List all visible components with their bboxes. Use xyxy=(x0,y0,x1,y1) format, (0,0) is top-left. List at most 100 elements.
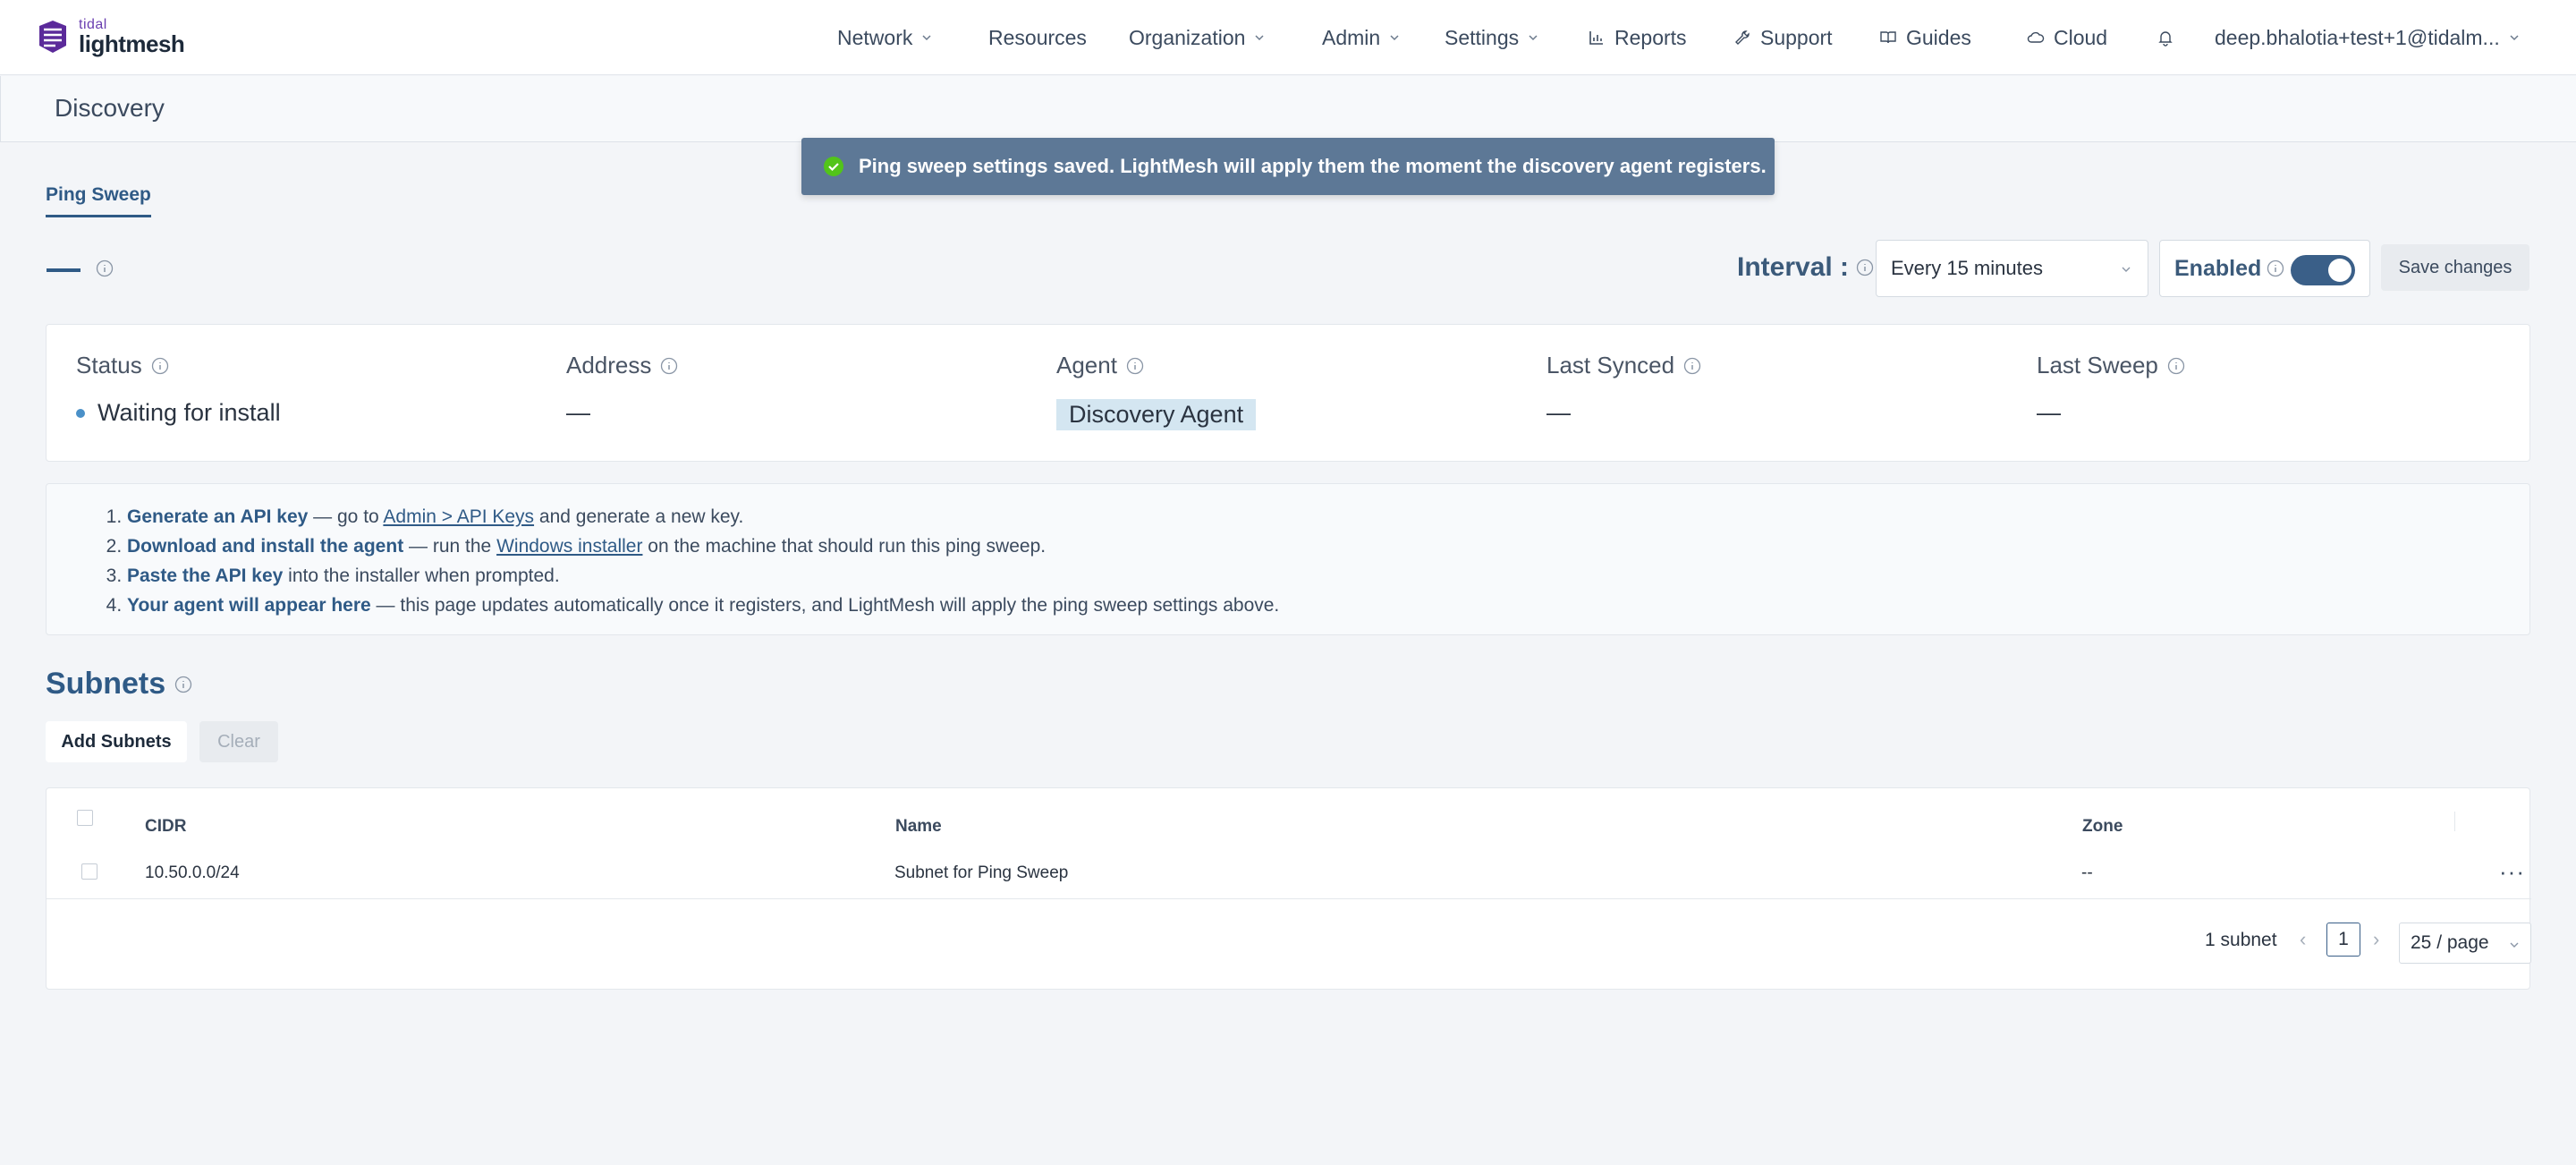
step-item: Your agent will appear here — this page … xyxy=(127,591,2529,620)
row-actions-icon[interactable]: ··· xyxy=(2499,858,2525,886)
lightmesh-logo[interactable]: tidal lightmesh xyxy=(36,14,185,59)
logo-mark-icon xyxy=(39,21,66,53)
bar-chart-icon xyxy=(1589,31,1603,45)
nav-reports-label: Reports xyxy=(1614,25,1687,49)
tab-ping-sweep[interactable]: Ping Sweep xyxy=(46,184,151,217)
info-icon[interactable] xyxy=(1126,357,1144,375)
interval-select-value: Every 15 minutes xyxy=(1891,257,2043,279)
row-checkbox[interactable] xyxy=(81,863,97,880)
chevron-down-icon xyxy=(1390,35,1399,41)
user-menu[interactable]: deep.bhalotia+test+1@tidalm... xyxy=(2215,23,2520,52)
nav-support[interactable]: Support xyxy=(1733,23,1833,52)
page-size-select[interactable]: 25 / page xyxy=(2399,923,2531,964)
chevron-down-icon xyxy=(2510,942,2519,948)
status-label: Status xyxy=(76,352,142,378)
page-size-value: 25 / page xyxy=(2411,932,2489,953)
address-label: Address xyxy=(566,352,652,378)
logo-big-text: lightmesh xyxy=(79,30,185,57)
info-icon[interactable] xyxy=(151,357,169,375)
cell-name: Subnet for Ping Sweep xyxy=(894,863,1069,882)
page-header: Discovery xyxy=(0,76,2576,142)
agent-badge: Discovery Agent xyxy=(1056,399,1257,430)
status-column: Status Waiting for install xyxy=(76,352,281,427)
admin-api-keys-link[interactable]: Admin > API Keys xyxy=(383,506,534,527)
nav-reports[interactable]: Reports xyxy=(1588,23,1687,52)
book-icon xyxy=(1880,31,1896,44)
info-icon[interactable] xyxy=(660,357,678,375)
address-value: — xyxy=(566,399,590,426)
nav-organization-label: Organization xyxy=(1129,25,1246,49)
add-subnets-button[interactable]: Add Subnets xyxy=(46,721,187,762)
nav-settings[interactable]: Settings xyxy=(1445,23,1538,52)
info-icon[interactable] xyxy=(174,676,192,693)
sweep-name-placeholder xyxy=(47,268,80,272)
interval-label-text: Interval : xyxy=(1737,252,1850,282)
nav-resources-label: Resources xyxy=(988,25,1087,49)
wrench-icon xyxy=(1735,30,1750,45)
column-header-name[interactable]: Name xyxy=(895,817,942,837)
status-value: Waiting for install xyxy=(97,399,281,426)
notifications-button[interactable] xyxy=(2157,23,2174,52)
chevron-down-icon xyxy=(922,35,931,41)
last-sweep-value: — xyxy=(2037,399,2061,426)
next-page-icon[interactable]: › xyxy=(2373,928,2379,951)
nav-network[interactable]: Network xyxy=(837,23,932,52)
prev-page-icon[interactable]: ‹ xyxy=(2300,928,2306,951)
toast-message: Ping sweep settings saved. LightMesh wil… xyxy=(859,155,1767,177)
step-item: Download and install the agent — run the… xyxy=(127,531,2529,561)
row-divider xyxy=(47,898,2531,899)
save-changes-button[interactable]: Save changes xyxy=(2381,244,2529,291)
windows-installer-link[interactable]: Windows installer xyxy=(496,536,642,557)
cell-zone: -- xyxy=(2081,863,2093,882)
agent-status-card: Status Waiting for install Address — Age… xyxy=(46,324,2530,462)
chevron-down-icon xyxy=(1529,35,1538,41)
subnets-heading: Subnets xyxy=(46,667,192,702)
last-synced-label: Last Synced xyxy=(1546,352,1675,378)
agent-label: Agent xyxy=(1056,352,1117,378)
setup-steps: Generate an API key — go to Admin > API … xyxy=(46,483,2530,635)
subnets-title: Subnets xyxy=(46,667,166,701)
top-navigation: tidal lightmesh Network Resources Organi… xyxy=(0,0,2576,75)
page-number-button[interactable]: 1 xyxy=(2326,923,2360,957)
column-separator xyxy=(2454,812,2455,831)
address-column: Address — xyxy=(566,352,678,427)
status-dot xyxy=(76,408,85,418)
last-sweep-column: Last Sweep — xyxy=(2037,352,2185,427)
nav-admin-label: Admin xyxy=(1322,25,1381,49)
column-header-zone[interactable]: Zone xyxy=(2082,817,2123,837)
info-icon[interactable] xyxy=(2167,357,2185,375)
nav-guides-label: Guides xyxy=(1906,25,1971,49)
last-synced-column: Last Synced — xyxy=(1546,352,1701,427)
enabled-label: Enabled xyxy=(2174,255,2262,281)
page-title: Discovery xyxy=(55,94,165,122)
nav-cloud-label: Cloud xyxy=(2054,25,2108,49)
nav-organization[interactable]: Organization xyxy=(1129,23,1265,52)
subnets-table: CIDR Name Zone 10.50.0.0/24 Subnet for P… xyxy=(46,787,2531,990)
nav-resources[interactable]: Resources xyxy=(988,23,1087,52)
info-icon[interactable] xyxy=(1856,259,1874,276)
nav-settings-label: Settings xyxy=(1445,25,1520,49)
nav-cloud[interactable]: Cloud xyxy=(2027,23,2107,52)
interval-select[interactable]: Every 15 minutes xyxy=(1876,240,2148,297)
select-all-checkbox[interactable] xyxy=(77,810,93,826)
nav-admin[interactable]: Admin xyxy=(1322,23,1400,52)
info-icon[interactable] xyxy=(96,259,114,277)
info-icon[interactable] xyxy=(1683,357,1701,375)
pagination-total: 1 subnet xyxy=(2205,930,2277,950)
chevron-down-icon xyxy=(1255,35,1264,41)
column-header-cidr[interactable]: CIDR xyxy=(145,817,186,837)
step-item: Generate an API key — go to Admin > API … xyxy=(127,502,2529,531)
enabled-control: Enabled xyxy=(2159,240,2370,297)
clear-button[interactable]: Clear xyxy=(199,721,278,762)
cell-cidr: 10.50.0.0/24 xyxy=(145,863,240,882)
step-item: Paste the API key into the installer whe… xyxy=(127,561,2529,591)
enabled-toggle[interactable] xyxy=(2291,255,2355,285)
user-email: deep.bhalotia+test+1@tidalm... xyxy=(2215,25,2500,49)
cloud-icon xyxy=(2027,31,2045,43)
success-toast: Ping sweep settings saved. LightMesh wil… xyxy=(801,138,1775,195)
nav-network-label: Network xyxy=(837,25,913,49)
check-circle-icon xyxy=(824,157,843,176)
info-icon[interactable] xyxy=(2267,259,2284,277)
chevron-down-icon xyxy=(2122,267,2131,272)
nav-guides[interactable]: Guides xyxy=(1879,23,1971,52)
